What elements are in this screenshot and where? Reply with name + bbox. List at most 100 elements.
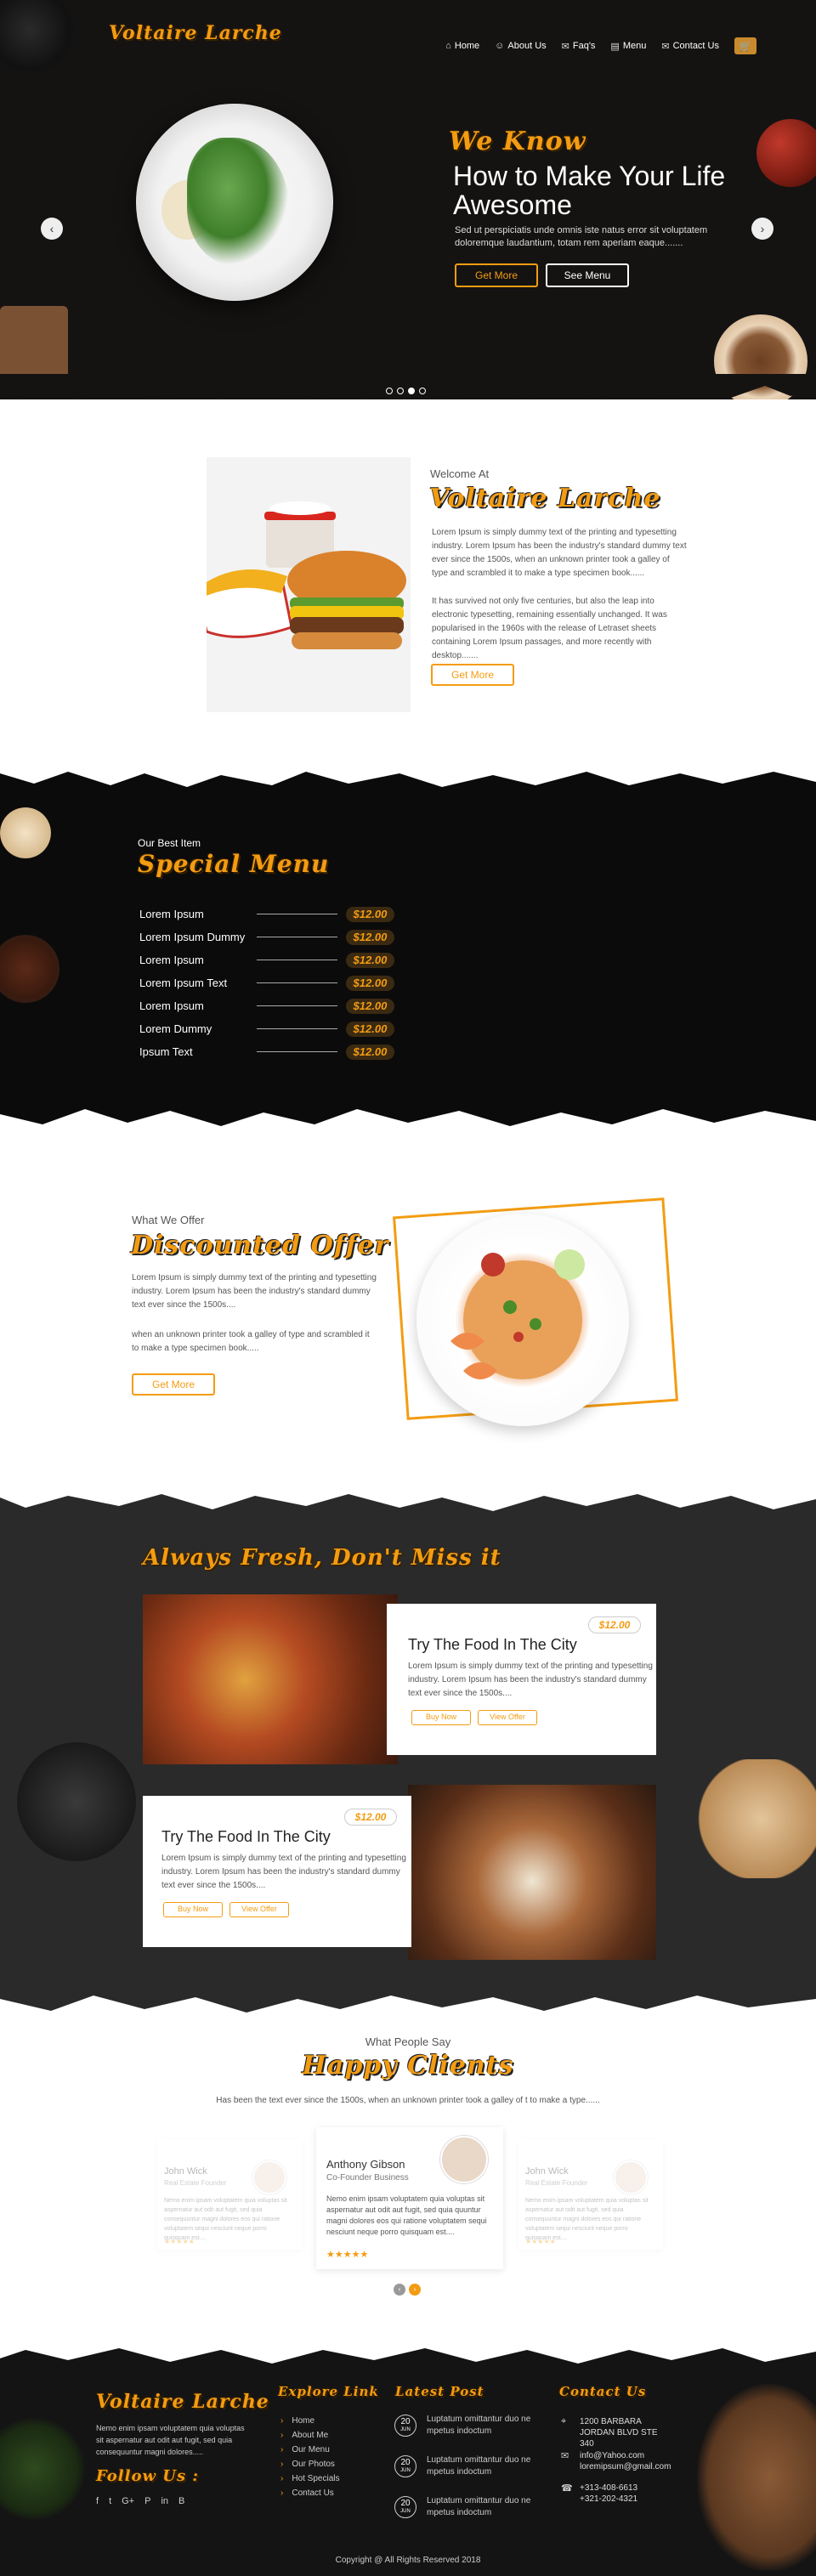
offer-buy-now-button[interactable]: Buy Now xyxy=(411,1710,471,1725)
menu-item-price: $12.00 xyxy=(345,906,394,922)
footer-post[interactable]: 20 JUN Luptatum omittantur duo ne mpetus … xyxy=(394,2495,537,2519)
testimonial-name: John Wick xyxy=(525,2166,569,2177)
envelope-icon: ✉ xyxy=(661,41,670,52)
hero-get-more-button[interactable]: Get More xyxy=(455,263,538,287)
menu-item[interactable]: Lorem Dummy $12.00 xyxy=(139,1017,394,1040)
testimonial-next-icon[interactable]: › xyxy=(409,2284,421,2296)
footer-posts-heading: Latest Post xyxy=(395,2384,484,2399)
discount-paragraph-1: Lorem Ipsum is simply dummy text of the … xyxy=(132,1273,377,1310)
footer-link[interactable]: › Our Photos xyxy=(280,2460,339,2474)
hero-title: How to Make Your Life Awesome xyxy=(453,161,726,220)
menu-item[interactable]: Lorem Ipsum $12.00 xyxy=(139,903,394,926)
offer-view-offer-button[interactable]: View Offer xyxy=(478,1710,537,1725)
hero-decor-bag xyxy=(0,306,68,382)
nav-contact[interactable]: ✉ Contact Us xyxy=(661,41,719,52)
menu-item-price: $12.00 xyxy=(345,1021,394,1037)
testimonial-prev-icon[interactable]: ‹ xyxy=(394,2284,405,2296)
behance-icon[interactable]: B xyxy=(178,2496,184,2506)
footer-post[interactable]: 20 JUN Luptatum omittantur duo ne mpetus … xyxy=(394,2454,537,2478)
post-date-badge: 20 JUN xyxy=(394,2496,416,2518)
post-title: Luptatum omittantur duo ne mpetus indoct… xyxy=(427,2455,531,2477)
hero-see-menu-button[interactable]: See Menu xyxy=(546,263,629,287)
platter-image xyxy=(408,1785,656,1960)
nav-menu-label: Menu xyxy=(622,41,647,51)
google-plus-icon[interactable]: G+ xyxy=(122,2496,134,2506)
welcome-paragraph-1: Lorem Ipsum is simply dummy text of the … xyxy=(432,528,687,578)
offer-title: Try The Food In The City xyxy=(162,1828,331,1845)
chevron-right-icon: › xyxy=(280,2445,284,2454)
contact-address: ⌖ 1200 BARBARA JORDAN BLVD STE 340 xyxy=(561,2416,673,2449)
clients-description: Has been the text ever since the 1500s, … xyxy=(216,2096,600,2105)
offer-buy-now-button[interactable]: Buy Now xyxy=(163,1902,223,1917)
offer-card-1: $12.00 Try The Food In The City Lorem Ip… xyxy=(387,1604,656,1755)
welcome-get-more-button[interactable]: Get More xyxy=(431,664,514,686)
testimonial-avatar xyxy=(440,2136,488,2183)
pinterest-icon[interactable]: P xyxy=(144,2496,150,2506)
footer-link[interactable]: › About Me xyxy=(280,2431,339,2445)
welcome-title: Voltaire Larche xyxy=(429,484,661,513)
special-menu-list: Lorem Ipsum $12.00 Lorem Ipsum Dummy $12.0… xyxy=(139,903,394,1063)
footer-link[interactable]: › Hot Specials xyxy=(280,2474,339,2488)
torn-edge-top xyxy=(0,1487,816,1511)
contact-email[interactable]: ✉ info@Yahoo.com loremipsum@gmail.com xyxy=(561,2450,671,2472)
post-day: 20 xyxy=(400,2458,411,2467)
offer-card-2: $12.00 Try The Food In The City Lorem Ip… xyxy=(143,1796,411,1947)
special-menu-title: Special Menu xyxy=(138,850,330,878)
contact-email-text: info@Yahoo.com loremipsum@gmail.com xyxy=(580,2451,672,2471)
torn-edge-top xyxy=(0,756,816,787)
menu-book-icon: ▤ xyxy=(610,41,620,52)
discount-get-more-button[interactable]: Get More xyxy=(132,1373,215,1396)
testimonial-text: Nemo enim ipsam voluptatem quia voluptas… xyxy=(525,2198,649,2241)
facebook-icon[interactable]: f xyxy=(96,2496,99,2506)
footer-link-label: Home xyxy=(292,2416,315,2426)
menu-item[interactable]: Lorem Ipsum Text $12.00 xyxy=(139,971,394,994)
nav-menu[interactable]: ▤ Menu xyxy=(610,41,646,52)
offer-text: Lorem Ipsum is simply dummy text of the … xyxy=(408,1662,653,1698)
footer-link[interactable]: › Home xyxy=(280,2416,339,2431)
menu-item[interactable]: Lorem Ipsum $12.00 xyxy=(139,994,394,1017)
hero-next-arrow-icon[interactable]: › xyxy=(751,218,774,240)
footer-link-label: Contact Us xyxy=(292,2488,334,2498)
offer-view-offer-button[interactable]: View Offer xyxy=(230,1902,289,1917)
site-logo[interactable]: Voltaire Larche xyxy=(109,22,282,44)
menu-item[interactable]: Lorem Ipsum $12.00 xyxy=(139,948,394,971)
phone-icon: ☎ xyxy=(561,2483,573,2494)
hero-prev-arrow-icon[interactable]: ‹ xyxy=(41,218,63,240)
chevron-right-icon: › xyxy=(280,2460,284,2469)
nav-faqs-label: Faq's xyxy=(572,41,596,51)
hero-decor-apple xyxy=(756,119,816,187)
nav-home[interactable]: ⌂ Home xyxy=(445,41,479,51)
twitter-icon[interactable]: t xyxy=(109,2496,111,2506)
discount-subtitle: What We Offer xyxy=(132,1214,205,1226)
nav-contact-label: Contact Us xyxy=(672,41,719,51)
fresh-title: Always Fresh, Don't Miss it xyxy=(143,1545,502,1571)
testimonial-card-active: Anthony Gibson Co-Founder Business Nemo … xyxy=(316,2127,503,2269)
chevron-right-icon: › xyxy=(280,2474,284,2483)
welcome-paragraph-2: It has survived not only five centuries,… xyxy=(432,597,667,660)
footer-link[interactable]: › Our Menu xyxy=(280,2445,339,2460)
decor-spice-bowl xyxy=(0,935,60,1003)
menu-item[interactable]: Ipsum Text $12.00 xyxy=(139,1040,394,1063)
footer-logo[interactable]: Voltaire Larche xyxy=(96,2391,269,2413)
hero-text: Sed ut perspiciatis unde omnis iste natu… xyxy=(455,225,708,248)
post-month: JUN xyxy=(400,2468,411,2473)
post-title: Luptatum omittantur duo ne mpetus indoct… xyxy=(427,2415,531,2436)
menu-item-price: $12.00 xyxy=(345,998,394,1014)
menu-item-name: Lorem Ipsum xyxy=(139,999,204,1012)
cart-icon[interactable]: 🛒 xyxy=(734,37,756,54)
nav-about[interactable]: ☺ About Us xyxy=(495,41,546,51)
slider-dot[interactable] xyxy=(397,388,404,394)
linkedin-icon[interactable]: in xyxy=(161,2496,168,2506)
dish-illustration xyxy=(450,1249,585,1379)
slider-dot[interactable] xyxy=(408,388,415,394)
slider-dot[interactable] xyxy=(386,388,393,394)
torn-edge-shape xyxy=(0,374,816,399)
menu-item[interactable]: Lorem Ipsum Dummy $12.00 xyxy=(139,926,394,948)
footer-post[interactable]: 20 JUN Luptatum omittantur duo ne mpetus … xyxy=(394,2414,537,2437)
slider-dot[interactable] xyxy=(419,388,426,394)
nav-faqs[interactable]: ✉ Faq's xyxy=(562,41,596,52)
welcome-subtitle: Welcome At xyxy=(430,467,490,480)
contact-phone[interactable]: ☎ +313-408-6613 +321-202-4321 xyxy=(561,2483,638,2505)
testimonial-name: John Wick xyxy=(164,2166,207,2177)
footer-link[interactable]: › Contact Us xyxy=(280,2488,339,2503)
